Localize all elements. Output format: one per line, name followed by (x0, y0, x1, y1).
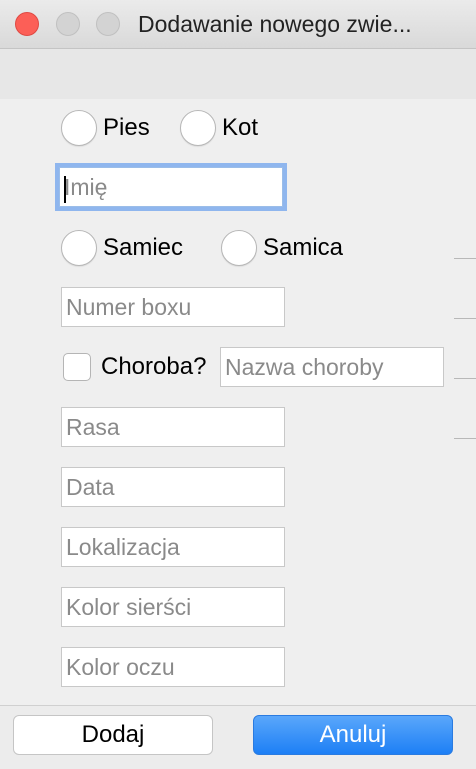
female-radio[interactable] (221, 230, 257, 266)
close-button[interactable] (15, 12, 39, 36)
name-field[interactable]: Imię (59, 167, 283, 207)
text-caret (64, 176, 66, 203)
sex-option-male[interactable]: Samiec (61, 230, 183, 266)
fur-color-field[interactable]: Kolor sierści (61, 587, 285, 627)
male-label: Samiec (103, 234, 184, 261)
male-radio[interactable] (61, 230, 97, 266)
illness-name-field[interactable]: Nazwa choroby (220, 347, 444, 387)
species-option-cat[interactable]: Kot (180, 110, 258, 146)
location-field[interactable]: Lokalizacja (61, 527, 285, 567)
cat-label: Kot (222, 114, 259, 141)
cancel-button[interactable]: Anuluj (253, 715, 453, 755)
add-button[interactable]: Dodaj (13, 715, 213, 755)
toolbar-area (0, 49, 476, 99)
zoom-button[interactable] (96, 12, 120, 36)
box-number-field[interactable]: Numer boxu (61, 287, 285, 327)
background-window-divider (454, 378, 476, 379)
sex-option-female[interactable]: Samica (221, 230, 343, 266)
window-title: Dodawanie nowego zwie... (138, 11, 412, 37)
illness-checkbox-label: Choroba? (101, 353, 207, 380)
background-window-divider (454, 438, 476, 439)
species-option-dog[interactable]: Pies (61, 110, 150, 146)
female-label: Samica (263, 234, 344, 261)
illness-checkbox-row[interactable]: Choroba? (63, 352, 206, 382)
dog-radio[interactable] (61, 110, 97, 146)
background-window-divider (454, 318, 476, 319)
eye-color-field[interactable]: Kolor oczu (61, 647, 285, 687)
cat-radio[interactable] (180, 110, 216, 146)
minimize-button[interactable] (56, 12, 80, 36)
dog-label: Pies (103, 114, 150, 141)
breed-field[interactable]: Rasa (61, 407, 285, 447)
illness-checkbox[interactable] (63, 353, 91, 381)
background-window-divider (454, 258, 476, 259)
date-field[interactable]: Data (61, 467, 285, 507)
